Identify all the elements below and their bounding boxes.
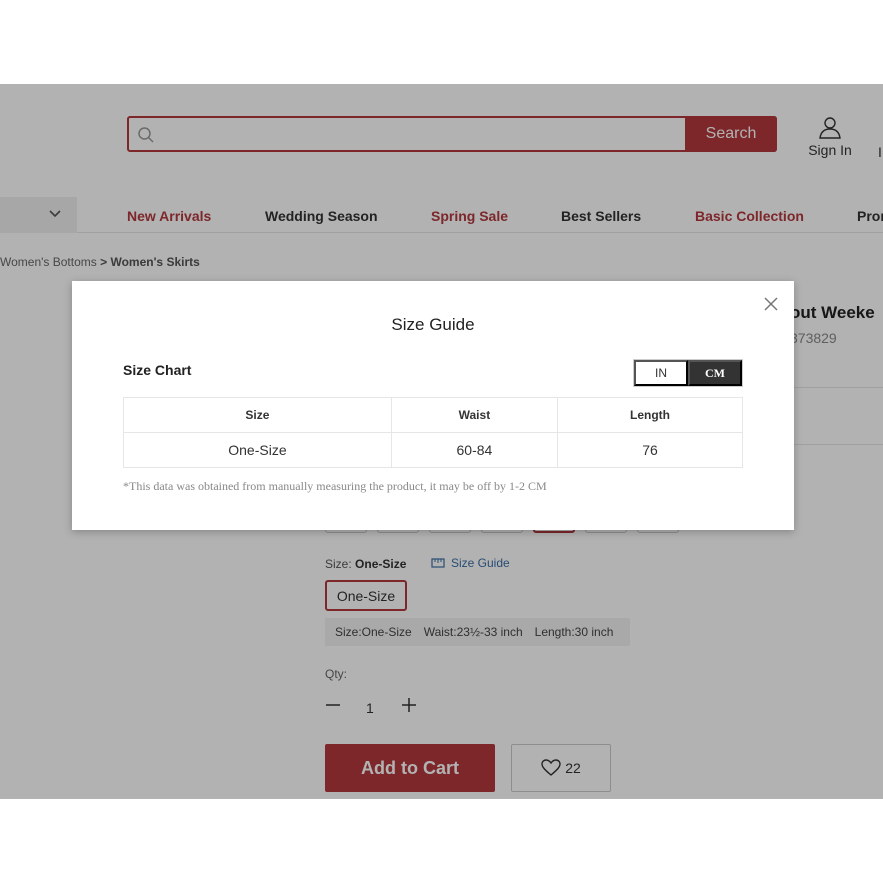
size-table: Size Waist Length One-Size 60-84 76: [123, 397, 744, 468]
table-cell: 76: [556, 432, 744, 468]
table-header-row: Size Waist Length: [123, 397, 744, 433]
product-page: Search Sign In I New Arrivals Wedding Se…: [0, 84, 883, 799]
unit-in-button[interactable]: IN: [634, 360, 688, 386]
table-header: Length: [556, 397, 744, 433]
table-header: Size: [123, 397, 392, 433]
table-cell: 60-84: [390, 432, 558, 468]
close-icon[interactable]: [764, 297, 778, 311]
table-header: Waist: [390, 397, 558, 433]
measurement-disclaimer: *This data was obtained from manually me…: [123, 479, 547, 493]
table-cell: One-Size: [123, 432, 392, 468]
unit-toggle: IN CM: [633, 359, 743, 387]
size-chart-heading: Size Chart: [123, 362, 192, 378]
unit-cm-button[interactable]: CM: [688, 360, 742, 386]
table-row: One-Size 60-84 76: [123, 432, 744, 468]
modal-title: Size Guide: [391, 315, 475, 334]
size-guide-modal: Size Guide Size Chart IN CM Size Waist L…: [72, 281, 794, 530]
